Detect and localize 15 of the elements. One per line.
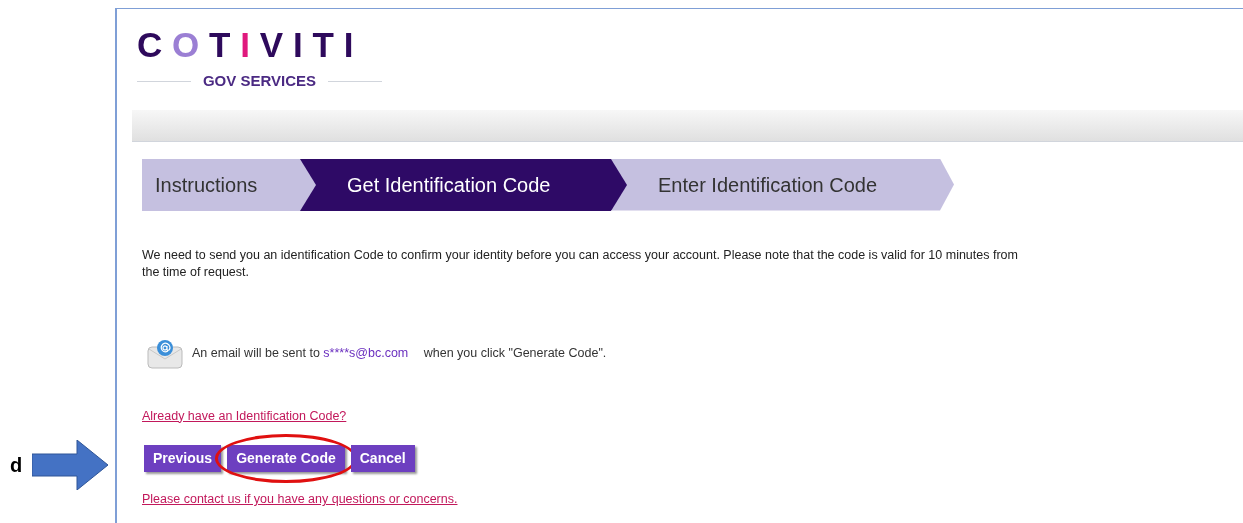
contact-link[interactable]: Please contact us if you have any questions or concerns.	[142, 490, 458, 509]
annotation-label: d	[10, 453, 23, 478]
step-arrow-icon	[611, 158, 627, 211]
email-notice: An email will be sent to s****s@bc.com when you click "Generate Code".	[192, 345, 607, 363]
arrow-icon	[32, 440, 108, 490]
identification-code-link[interactable]: Already have an Identification Code?	[142, 406, 347, 426]
form-button[interactable]: Previous	[144, 445, 222, 473]
form-button[interactable]: Cancel	[350, 445, 415, 473]
email-icon	[147, 338, 183, 369]
email-address: s****s@bc.com	[323, 346, 409, 361]
instruction-text: We need to send you an identification Code to confirm your identity before you can access your account. Please note that the code is valid for 10 minutes from the time of request.	[142, 246, 1019, 281]
step-arrow-icon	[300, 158, 316, 211]
form-button[interactable]: Generate Code	[227, 445, 345, 473]
logo-tagline: GOV SERVICES	[202, 71, 317, 91]
step-tab[interactable]: Enter Identification Code	[611, 158, 954, 211]
